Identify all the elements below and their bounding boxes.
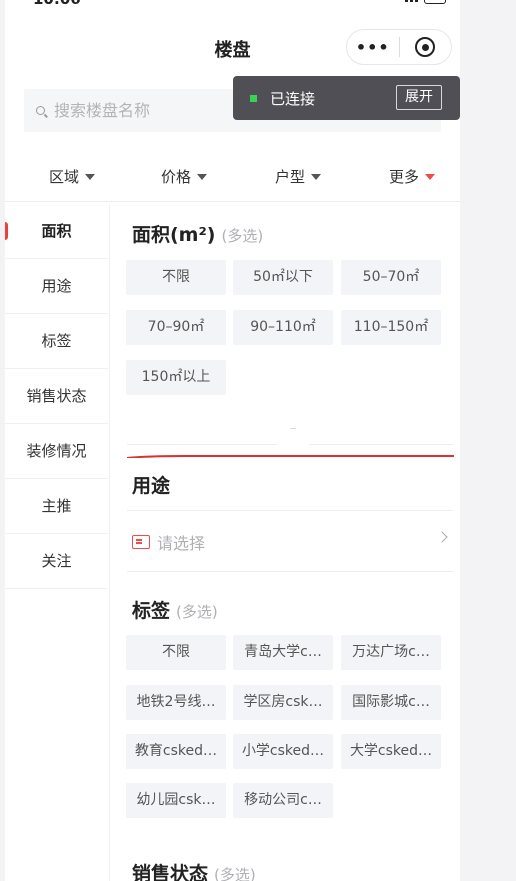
tag-option[interactable]: 万达广场c… [341, 635, 441, 670]
side-item-label: 面积 [41, 222, 72, 240]
area-option[interactable]: 不限 [126, 260, 226, 295]
area-option[interactable]: 150㎡以上 [126, 360, 226, 395]
section-title-text: 面积(m²) [132, 224, 216, 246]
divider [309, 444, 453, 445]
connection-toast: 已连接 展开 [233, 76, 460, 120]
area-option[interactable]: 50㎡以下 [233, 260, 333, 295]
status-time: 10:06 [33, 0, 81, 8]
side-item-label: 销售状态 [26, 387, 87, 405]
side-item-usage[interactable]: 用途 [5, 259, 108, 314]
side-item-decoration[interactable]: 装修情况 [5, 424, 108, 479]
area-option[interactable]: 70–90㎡ [126, 310, 226, 345]
mini-program-capsule: ••• [346, 29, 452, 65]
side-item-featured[interactable]: 主推 [5, 479, 108, 534]
filter-price[interactable]: 价格 [161, 166, 208, 187]
section-title-tags: 标签 (多选) [132, 596, 218, 623]
divider [127, 510, 453, 511]
target-icon [415, 37, 436, 57]
expand-button[interactable]: 展开 [396, 85, 442, 110]
section-title-text: 销售状态 [132, 863, 209, 881]
divider [127, 444, 277, 445]
connected-indicator [250, 94, 257, 102]
tag-option[interactable]: 移动公司c… [233, 783, 333, 818]
section-title-text: 标签 [132, 600, 171, 622]
tag-option[interactable]: 大学csked… [341, 734, 441, 769]
active-indicator [5, 222, 8, 240]
section-title-area: 面积(m²) (多选) [132, 220, 263, 247]
filter-tabs: 区域 价格 户型 更多 [5, 150, 460, 202]
filter-label: 区域 [49, 168, 80, 186]
section-title-usage: 用途 [132, 471, 170, 498]
caret-down-icon [311, 173, 322, 180]
side-divider [109, 204, 110, 881]
side-item-followed[interactable]: 关注 [5, 534, 108, 589]
tag-option[interactable]: 学区房csk… [233, 685, 333, 720]
filter-label: 更多 [389, 168, 420, 186]
divider [290, 428, 296, 429]
toast-text: 已连接 [270, 89, 316, 108]
side-item-sales-status[interactable]: 销售状态 [5, 369, 108, 424]
nav-bar: 楼盘 ••• [5, 24, 460, 70]
usage-select[interactable]: 请选择 [132, 525, 452, 559]
side-item-tags[interactable]: 标签 [5, 314, 108, 369]
tag-option[interactable]: 小学csked… [233, 734, 333, 769]
multi-select-hint: (多选) [214, 866, 256, 881]
tag-option[interactable]: 幼儿园csk… [126, 783, 226, 818]
phone-screen: 10:06 楼盘 ••• 区域 价格 户型 更多 面积 用途 标签 销售状态 装… [5, 0, 460, 881]
tag-option[interactable]: 青岛大学c… [233, 635, 333, 670]
filter-layout[interactable]: 户型 [275, 166, 322, 187]
more-menu-button[interactable]: ••• [347, 38, 399, 57]
search-icon [36, 106, 45, 115]
battery-icon [424, 0, 446, 4]
section-title-sales-status: 销售状态 (多选) [132, 859, 256, 881]
status-bar: 10:06 [5, 0, 460, 10]
signal-icon [405, 0, 418, 2]
side-menu: 面积 用途 标签 销售状态 装修情况 主推 关注 [5, 204, 108, 589]
side-item-label: 用途 [41, 277, 72, 295]
area-option[interactable]: 90–110㎡ [233, 310, 333, 345]
filter-area[interactable]: 区域 [49, 166, 96, 187]
caret-down-icon [197, 173, 208, 180]
close-program-button[interactable] [399, 37, 451, 57]
tag-option[interactable]: 国际影城c… [341, 685, 441, 720]
caret-down-icon [85, 173, 96, 180]
list-icon [132, 535, 150, 549]
select-placeholder: 请选择 [157, 534, 206, 553]
filter-label: 价格 [161, 168, 192, 186]
multi-select-hint: (多选) [176, 603, 218, 621]
side-item-label: 装修情况 [26, 442, 87, 460]
tag-option[interactable]: 不限 [126, 635, 226, 670]
multi-select-hint: (多选) [221, 227, 264, 245]
side-item-label: 主推 [41, 497, 72, 515]
area-option[interactable]: 50–70㎡ [341, 260, 441, 295]
tag-option[interactable]: 地铁2号线… [126, 685, 226, 720]
filter-more[interactable]: 更多 [389, 166, 436, 187]
divider [127, 571, 453, 572]
section-title-text: 用途 [132, 475, 171, 497]
caret-down-icon [425, 173, 436, 180]
tag-option[interactable]: 教育csked… [126, 734, 226, 769]
chevron-right-icon [436, 531, 448, 543]
side-item-label: 标签 [41, 332, 72, 350]
red-underline [127, 455, 454, 458]
side-item-area[interactable]: 面积 [5, 204, 108, 259]
area-option[interactable]: 110–150㎡ [341, 310, 441, 345]
side-item-label: 关注 [41, 552, 72, 570]
filter-label: 户型 [275, 168, 306, 186]
